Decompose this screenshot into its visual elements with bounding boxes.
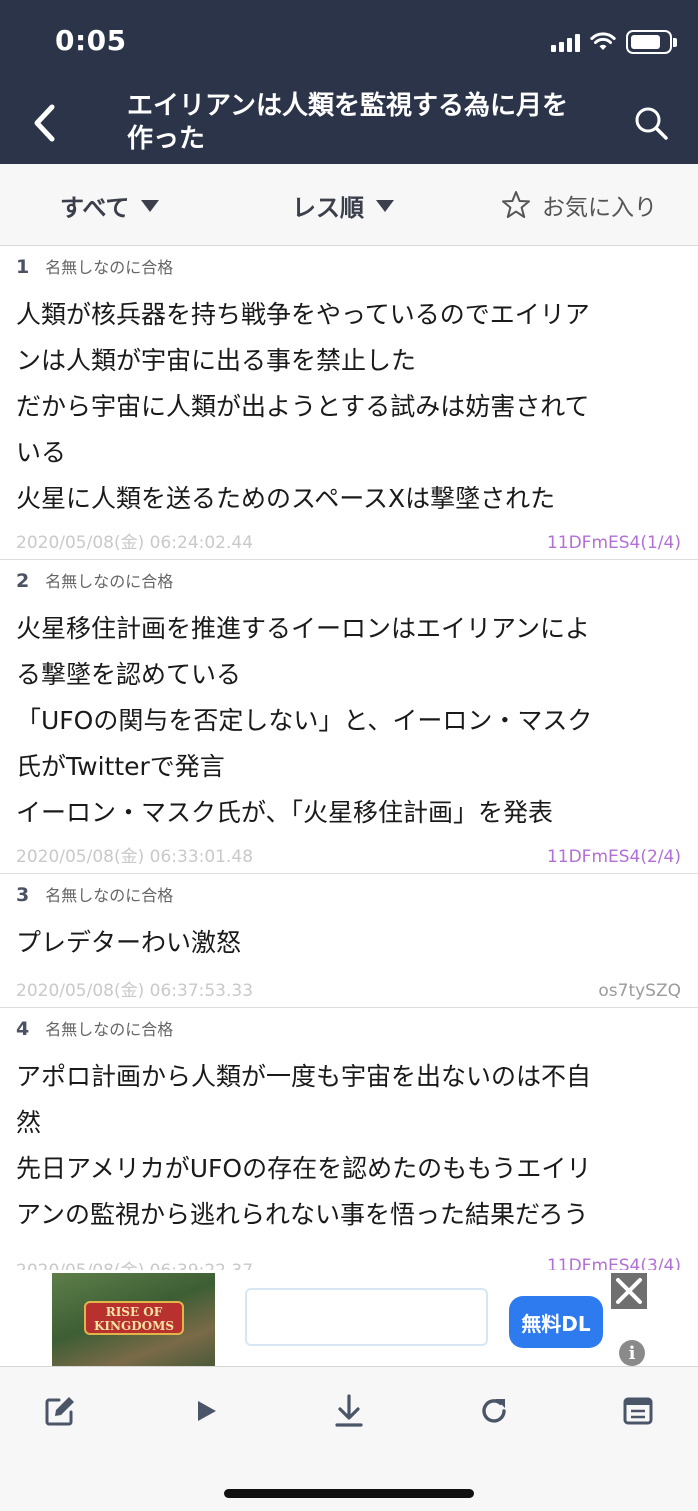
- filter-all-label: すべて: [60, 194, 130, 222]
- filter-bar: すべて レス順 お気に入り: [0, 164, 698, 246]
- post-body: 人類が核兵器を持ち戦争をやっているのでエイリア ンは人類が宇宙に出る事を禁止した…: [16, 300, 590, 513]
- sort-order-label: レス順: [292, 194, 364, 222]
- refresh-icon: [482, 1399, 506, 1423]
- compose-icon: [45, 1397, 74, 1426]
- filter-all-dropdown[interactable]: すべて: [60, 188, 160, 223]
- bottom-toolbar: [0, 1366, 698, 1511]
- post-date: 2020/05/08(金) 06:37:53.33: [16, 981, 254, 1001]
- close-icon: [616, 1278, 642, 1304]
- ad-download-button[interactable]: 無料DL: [509, 1296, 603, 1348]
- battery-icon: [626, 30, 677, 54]
- search-icon: [635, 107, 668, 140]
- header-bar: 0:05 エイリアンは人類を監視する為に月を 作った: [0, 0, 698, 164]
- ad-banner[interactable]: RISE OF KINGDOMS 無料DL i: [0, 1270, 698, 1366]
- ad-info-button[interactable]: i: [619, 1340, 645, 1366]
- favorite-label: お気に入り: [542, 195, 657, 221]
- post-date: 2020/05/08(金) 06:33:01.48: [16, 847, 254, 867]
- post-item[interactable]: 4 名無しなのに合格 アポロ計画から人類が一度も宇宙を出ないのは不自 然 先日ア…: [0, 1008, 698, 1281]
- cellular-signal-icon: [551, 32, 580, 52]
- post-date: 2020/05/08(金) 06:24:02.44: [16, 533, 254, 553]
- menu-icon: [623, 1397, 653, 1425]
- post-number[interactable]: 1: [16, 256, 29, 278]
- play-icon: [198, 1401, 216, 1421]
- post-item[interactable]: 3 名無しなのに合格 プレデターわい激怒 2020/05/08(金) 06:37…: [0, 874, 698, 1008]
- post-header: 1 名無しなのに合格: [16, 254, 173, 278]
- post-number[interactable]: 3: [16, 884, 29, 906]
- post-list: 1 名無しなのに合格 人類が核兵器を持ち戦争をやっているのでエイリア ンは人類が…: [0, 246, 698, 1281]
- ad-close-button[interactable]: [611, 1273, 647, 1309]
- wifi-icon: [590, 32, 616, 50]
- thread-title: エイリアンは人類を監視する為に月を 作った: [127, 91, 568, 154]
- search-button[interactable]: [628, 100, 674, 146]
- poster-name: 名無しなのに合格: [45, 258, 174, 277]
- status-time: 0:05: [55, 24, 127, 57]
- home-indicator[interactable]: [224, 1489, 474, 1498]
- download-icon: [335, 1394, 363, 1427]
- sort-order-dropdown[interactable]: レス順: [292, 188, 394, 223]
- ad-game-image[interactable]: RISE OF KINGDOMS: [52, 1273, 215, 1366]
- chevron-left-icon: [34, 104, 55, 142]
- status-icons: [551, 30, 677, 54]
- caret-down-icon: [141, 199, 160, 212]
- favorite-button[interactable]: お気に入り: [500, 188, 657, 222]
- poster-id-link[interactable]: os7tySZQ: [598, 981, 681, 1001]
- download-button[interactable]: [329, 1391, 369, 1431]
- refresh-button[interactable]: [474, 1391, 514, 1431]
- star-icon: [502, 191, 530, 218]
- ad-text-area: [245, 1288, 488, 1346]
- post-item[interactable]: 1 名無しなのに合格 人類が核兵器を持ち戦争をやっているのでエイリア ンは人類が…: [0, 246, 698, 560]
- post-header: 3 名無しなのに合格: [16, 882, 173, 906]
- post-body: プレデターわい激怒: [16, 928, 242, 957]
- post-number[interactable]: 4: [16, 1018, 29, 1040]
- ad-logo: RISE OF KINGDOMS: [84, 1301, 184, 1335]
- post-item[interactable]: 2 名無しなのに合格 火星移住計画を推進するイーロンはエイリアンによ る撃墜を認…: [0, 560, 698, 874]
- poster-id-link[interactable]: 11DFmES4(2/4): [547, 847, 681, 867]
- post-header: 4 名無しなのに合格: [16, 1016, 173, 1040]
- compose-button[interactable]: [40, 1391, 80, 1431]
- poster-name: 名無しなのに合格: [45, 886, 174, 905]
- poster-name: 名無しなのに合格: [45, 572, 174, 591]
- post-body: アポロ計画から人類が一度も宇宙を出ないのは不自 然 先日アメリカがUFOの存在を…: [16, 1062, 592, 1229]
- post-number[interactable]: 2: [16, 570, 29, 592]
- post-body: 火星移住計画を推進するイーロンはエイリアンによ る撃墜を認めている 「UFOの関…: [16, 614, 593, 827]
- play-button[interactable]: [186, 1391, 226, 1431]
- info-icon: i: [628, 1342, 636, 1364]
- back-button[interactable]: [22, 98, 66, 148]
- poster-id-link[interactable]: 11DFmES4(1/4): [547, 533, 681, 553]
- poster-name: 名無しなのに合格: [45, 1020, 174, 1039]
- post-header: 2 名無しなのに合格: [16, 568, 173, 592]
- menu-button[interactable]: [618, 1391, 658, 1431]
- caret-down-icon: [376, 199, 394, 212]
